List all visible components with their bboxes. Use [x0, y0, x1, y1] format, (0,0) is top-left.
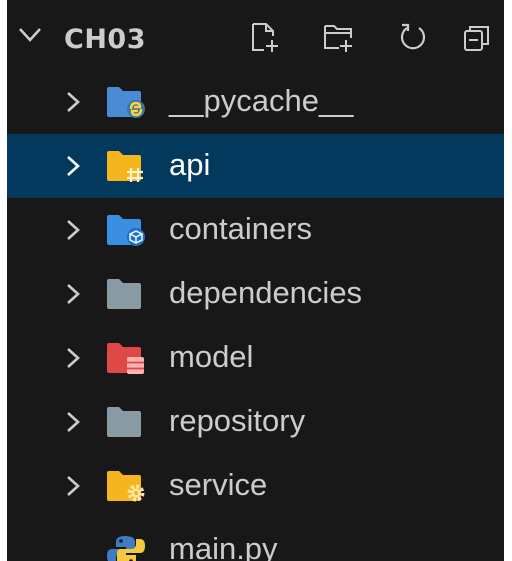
new-file-icon [252, 23, 278, 52]
chevron-right-icon[interactable] [64, 282, 82, 306]
containers-folder-icon [107, 215, 145, 246]
tree-item-label: __pycache__ [169, 83, 354, 118]
new-folder-icon [324, 25, 352, 52]
tree-item-label: service [169, 467, 268, 502]
tree-item-label: dependencies [169, 275, 363, 310]
model-folder-icon [107, 343, 144, 374]
tree-item-label: api [169, 147, 211, 182]
tree-item-label: model [169, 339, 254, 374]
api-folder-icon [107, 151, 143, 182]
chevron-right-icon[interactable] [64, 410, 82, 434]
collapse-all-icon [464, 26, 489, 51]
service-folder-icon [107, 471, 145, 502]
explorer-section-header[interactable]: CH03 [7, 0, 504, 70]
folder-icon [107, 407, 141, 437]
tree-item-label: containers [169, 211, 313, 246]
tree-item-label: main.py [169, 531, 278, 561]
tree-item-label: repository [169, 403, 306, 438]
tree-item-repository[interactable]: repository [7, 390, 504, 454]
folder-icon [107, 279, 141, 309]
python-file-icon [107, 536, 145, 561]
chevron-right-icon[interactable] [64, 474, 82, 498]
new-file-button[interactable] [243, 16, 287, 60]
tree-item-api[interactable]: api [7, 134, 504, 198]
file-tree: __pycache__ api containers dependencies … [7, 70, 504, 561]
refresh-button[interactable] [391, 16, 435, 60]
tree-item-pycache[interactable]: __pycache__ [7, 70, 504, 134]
tree-item-service[interactable]: service [7, 454, 504, 518]
chevron-right-icon[interactable] [64, 90, 82, 114]
tree-item-model[interactable]: model [7, 326, 504, 390]
refresh-icon [400, 23, 426, 50]
new-folder-button[interactable] [317, 16, 361, 60]
chevron-right-icon[interactable] [64, 218, 82, 242]
file-explorer: CH03 __pycache__ api containers dependen… [7, 0, 504, 561]
collapse-all-button[interactable] [455, 16, 499, 60]
tree-item-dependencies[interactable]: dependencies [7, 262, 504, 326]
chevron-right-icon[interactable] [64, 154, 82, 178]
tree-item-containers[interactable]: containers [7, 198, 504, 262]
chevron-right-icon[interactable] [64, 346, 82, 370]
tree-item-main-py[interactable]: main.py [7, 518, 504, 561]
pycache-folder-icon [107, 87, 145, 118]
